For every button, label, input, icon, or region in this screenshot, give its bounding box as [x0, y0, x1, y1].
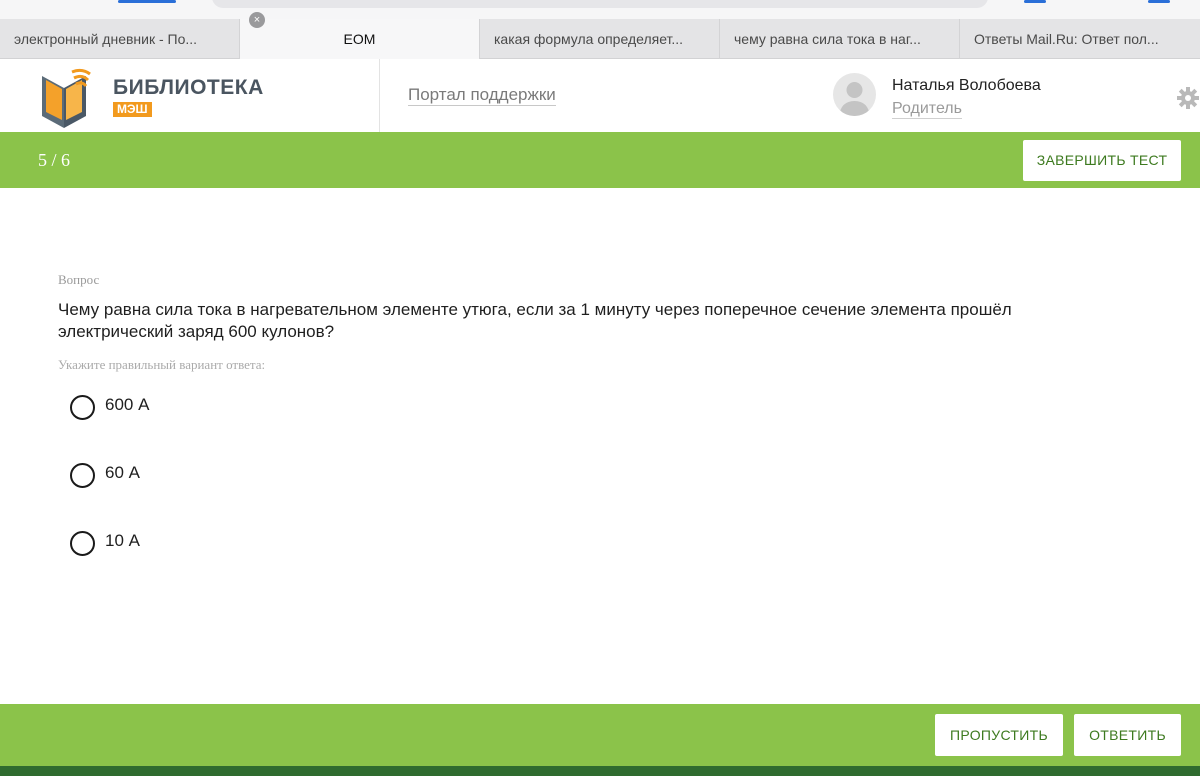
radio-button[interactable]: [70, 531, 95, 556]
answer-option-label[interactable]: 600 А: [105, 395, 149, 415]
browser-toolbar: [0, 0, 1200, 19]
radio-button[interactable]: [70, 463, 95, 488]
answer-option-label[interactable]: 60 А: [105, 463, 140, 483]
tab-formula[interactable]: какая формула определяет...: [480, 19, 720, 59]
tab-eom-label: ЕОМ: [343, 31, 376, 47]
logo-title[interactable]: БИБЛИОТЕКА: [113, 76, 264, 100]
answer-option-label[interactable]: 10 А: [105, 531, 140, 551]
finish-test-button[interactable]: ЗАВЕРШИТЬ ТЕСТ: [1023, 140, 1181, 181]
gear-icon[interactable]: [1176, 86, 1200, 110]
share-icon[interactable]: [1024, 0, 1046, 3]
answer-button[interactable]: ОТВЕТИТЬ: [1074, 714, 1181, 756]
footer-strip: [0, 766, 1200, 776]
avatar[interactable]: [833, 73, 876, 116]
tab-current[interactable]: чему равна сила тока в наг...: [720, 19, 960, 59]
skip-button[interactable]: ПРОПУСТИТЬ: [935, 714, 1063, 756]
support-portal-link[interactable]: Портал поддержки: [408, 85, 556, 106]
tab-eom[interactable]: ЕОМ: [240, 19, 480, 59]
question-counter: 5 / 6: [38, 150, 71, 170]
user-name[interactable]: Наталья Волобоева: [892, 77, 1041, 95]
user-silhouette-icon: [839, 82, 870, 116]
close-tab-icon[interactable]: ×: [249, 12, 265, 28]
question-text: Чему равна сила тока в нагревательном эл…: [58, 300, 1012, 341]
address-bar[interactable]: [212, 0, 988, 8]
test-progress-bar: [0, 132, 1200, 188]
answer-instruction: Укажите правильный вариант ответа:: [58, 357, 266, 372]
question-caption: Вопрос: [58, 272, 100, 287]
user-role[interactable]: Родитель: [892, 100, 962, 119]
radio-button[interactable]: [70, 395, 95, 420]
library-logo-icon[interactable]: [38, 66, 98, 132]
header-divider: [379, 59, 380, 132]
tabs-icon[interactable]: [1148, 0, 1170, 3]
toolbar-icon-fragment[interactable]: [118, 0, 176, 3]
tab-diary[interactable]: электронный дневник - По...: [0, 19, 240, 59]
tab-mailru[interactable]: Ответы Mail.Ru: Ответ пол...: [960, 19, 1200, 59]
tab-bar: электронный дневник - По... ЕОМ какая фо…: [0, 19, 1200, 59]
logo-subtitle: МЭШ: [113, 102, 152, 117]
